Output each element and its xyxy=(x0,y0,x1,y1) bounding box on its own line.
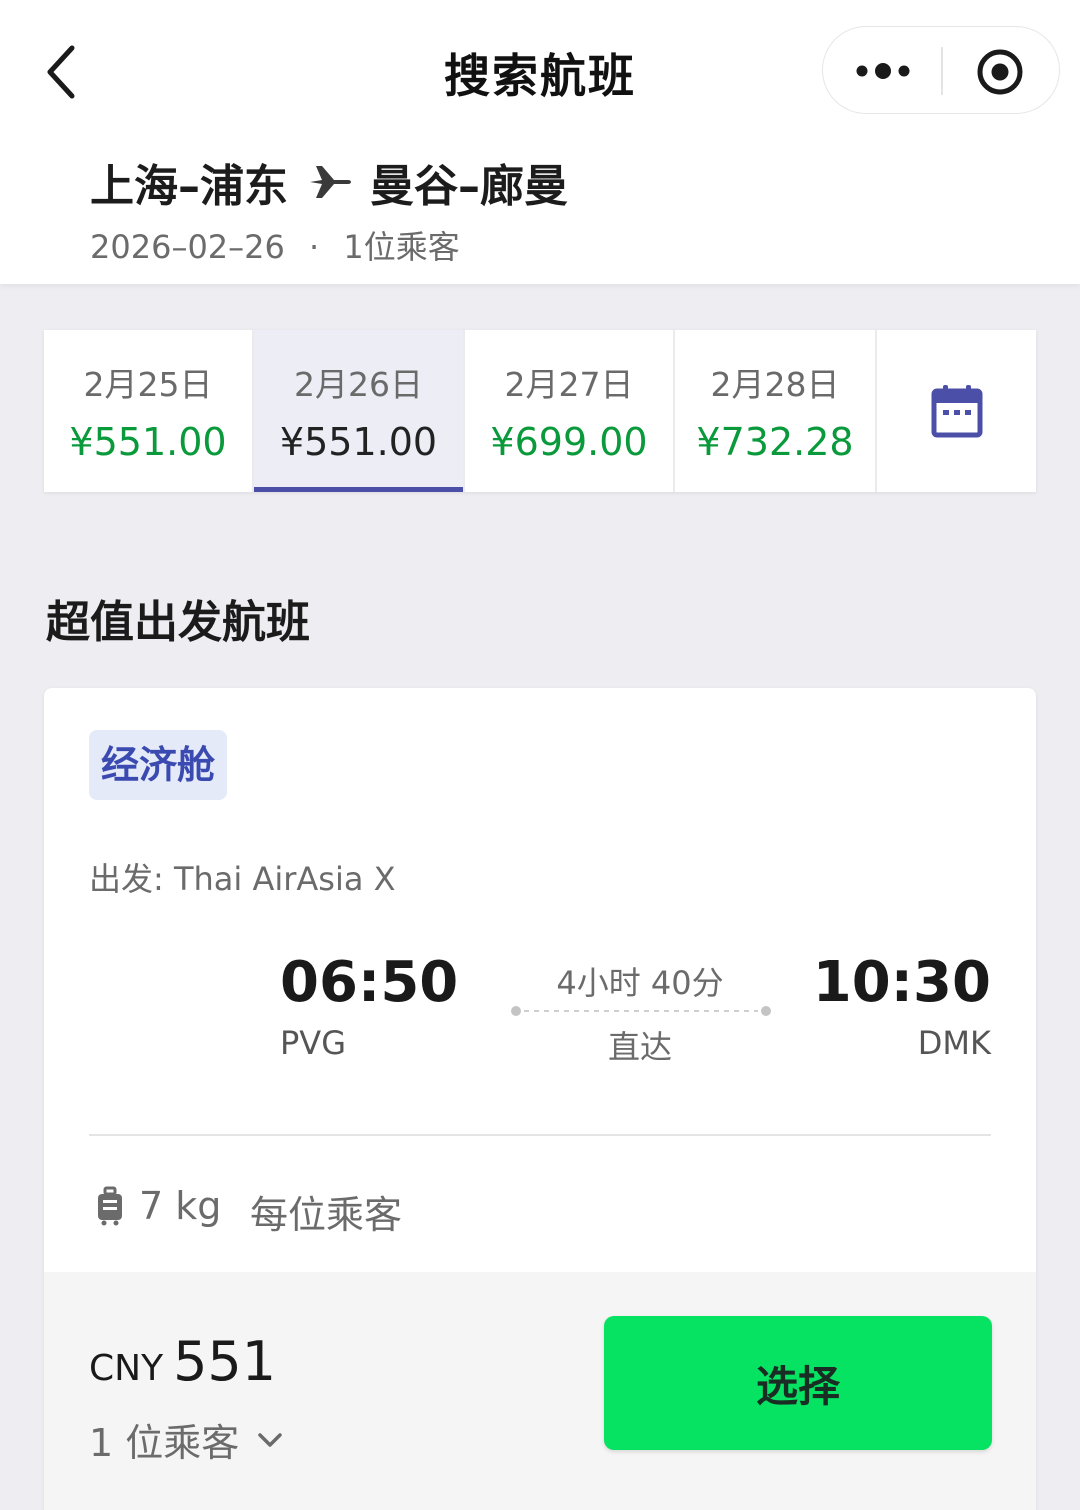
date-tab-0227[interactable]: 2月27日 ¥699.00 xyxy=(465,330,675,492)
date-tab-0225[interactable]: 2月25日 ¥551.00 xyxy=(44,330,254,492)
arrival-time: 10:30 xyxy=(812,950,991,1015)
chevron-down-icon xyxy=(258,1432,283,1447)
passenger-count: 1位乘客 xyxy=(343,228,460,266)
header: 搜索航班 上海–浦东 曼谷–廊曼 2026–02–26 · 1位乘客 xyxy=(0,0,1080,284)
passenger-selector[interactable]: 1 位乘客 xyxy=(89,1412,283,1467)
departure-airport-code: PVG xyxy=(280,1024,346,1062)
origin-airport: 上海–浦东 xyxy=(90,161,288,212)
date-tab-0228[interactable]: 2月28日 ¥732.28 xyxy=(675,330,877,492)
mini-program-capsule xyxy=(822,26,1060,114)
fare-price: CNY 551 xyxy=(89,1330,276,1393)
currency-code: CNY xyxy=(89,1348,164,1389)
summary-separator: · xyxy=(309,228,320,266)
date-price: ¥551.00 xyxy=(69,420,227,464)
arrival-airport-code: DMK xyxy=(917,1024,991,1062)
date-label: 2月28日 xyxy=(710,365,840,404)
stops-label: 直达 xyxy=(607,1028,672,1066)
date-tab-0226[interactable]: 2月26日 ¥551.00 xyxy=(254,330,465,492)
route-title: 上海–浦东 曼谷–廊曼 xyxy=(90,150,568,214)
cabin-class-badge: 经济舱 xyxy=(89,730,228,800)
luggage-icon xyxy=(98,1186,122,1226)
target-icon[interactable] xyxy=(975,47,1025,97)
destination-airport: 曼谷–廊曼 xyxy=(370,161,568,212)
more-dots-icon[interactable] xyxy=(853,51,913,91)
baggage-weight: 7 kg xyxy=(139,1184,222,1228)
passenger-selector-label: 1 位乘客 xyxy=(89,1421,240,1465)
departure-time: 06:50 xyxy=(280,950,459,1015)
baggage-note: 每位乘客 xyxy=(250,1193,403,1237)
airline-label: 出发: Thai AirAsia X xyxy=(89,860,396,898)
flight-card[interactable]: 经济舱 出发: Thai AirAsia X 06:50 PVG 4小时 40分… xyxy=(44,688,1036,1510)
route-line xyxy=(511,1006,771,1016)
date-label: 2月27日 xyxy=(504,365,634,404)
price-amount: 551 xyxy=(173,1330,277,1393)
plane-icon xyxy=(310,166,351,198)
date-price: ¥551.00 xyxy=(279,420,438,464)
capsule-divider xyxy=(941,47,943,95)
card-footer: CNY 551 1 位乘客 选择 xyxy=(44,1272,1036,1510)
date-label: 2月26日 xyxy=(294,365,423,404)
calendar-button[interactable] xyxy=(877,330,1036,492)
trip-summary: 2026–02–26 · 1位乘客 xyxy=(90,222,460,268)
flight-duration: 4小时 40分 xyxy=(556,964,724,1002)
calendar-icon xyxy=(931,385,982,438)
date-price: ¥699.00 xyxy=(490,420,648,464)
date-label: 2月25日 xyxy=(83,365,213,404)
section-title: 超值出发航班 xyxy=(46,597,310,648)
select-flight-button[interactable]: 选择 xyxy=(604,1316,992,1450)
travel-date: 2026–02–26 xyxy=(90,228,285,266)
card-divider xyxy=(89,1134,991,1136)
date-selector: 2月25日 ¥551.00 2月26日 ¥551.00 2月27日 ¥699.0… xyxy=(44,330,1036,492)
date-price: ¥732.28 xyxy=(696,420,854,464)
